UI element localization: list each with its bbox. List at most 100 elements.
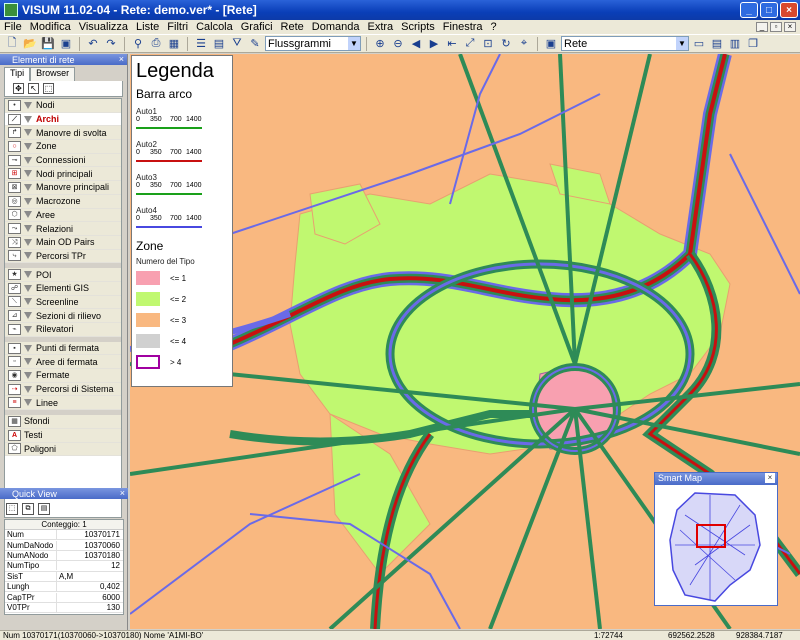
menu-help[interactable]: ? <box>487 21 501 33</box>
menu-extra[interactable]: Extra <box>363 21 397 33</box>
close-icon[interactable]: × <box>765 473 775 483</box>
table-row[interactable]: V0TPr 130 <box>5 602 123 614</box>
fit-view-icon[interactable]: ⤢ <box>462 36 478 51</box>
layer-item[interactable]: ⬡ Aree <box>5 208 121 223</box>
previous-view-icon[interactable]: ⇤ <box>444 36 460 51</box>
minimize-button[interactable]: _ <box>740 2 758 18</box>
select-icon[interactable]: ⬚ <box>6 503 18 515</box>
zoom-out-icon[interactable]: ⊖ <box>390 36 406 51</box>
layer-item[interactable]: ☍ Elementi GIS <box>5 281 121 296</box>
filter-icon[interactable] <box>24 225 32 233</box>
road-link[interactable] <box>130 473 361 615</box>
close-icon[interactable]: × <box>119 54 124 64</box>
filter-icon[interactable] <box>24 298 32 306</box>
map-tool-icon[interactable]: ✎ <box>247 36 263 51</box>
layer-item[interactable]: ▫ Aree di fermata <box>5 355 121 370</box>
filter-icon[interactable] <box>24 399 32 407</box>
cascade-icon[interactable]: ❐ <box>745 36 761 51</box>
layer-item[interactable]: ⤨ Main OD Pairs <box>5 235 121 250</box>
smart-map-window[interactable]: Smart Map × <box>654 472 778 606</box>
filter-icon[interactable] <box>24 325 32 333</box>
close-icon[interactable]: × <box>120 488 125 498</box>
menu-scripts[interactable]: Scripts <box>397 21 439 33</box>
filter-icon[interactable] <box>24 142 32 150</box>
chevron-down-icon[interactable]: ▼ <box>348 37 360 50</box>
layer-item[interactable]: ▪ Punti di fermata <box>5 341 121 356</box>
mdi-close-button[interactable]: × <box>784 22 796 32</box>
layer-item[interactable]: ▦ Sfondi <box>5 415 121 429</box>
calculator-icon[interactable]: ▦ <box>166 36 182 51</box>
layer-item[interactable]: ⇢ Percorsi di Sistema <box>5 382 121 397</box>
menu-liste[interactable]: Liste <box>132 21 163 33</box>
layer-item[interactable]: ⟋ Archi <box>5 112 121 127</box>
filter-icon[interactable]: ⛛ <box>229 36 245 51</box>
list-icon[interactable]: ☰ <box>193 36 209 51</box>
filter-icon[interactable] <box>24 344 32 352</box>
menu-file[interactable]: File <box>0 21 26 33</box>
copy-icon[interactable]: ⧉ <box>22 503 34 515</box>
pan-left-icon[interactable]: ◀ <box>408 36 424 51</box>
filter-icon[interactable] <box>24 238 32 246</box>
menu-grafici[interactable]: Grafici <box>237 21 277 33</box>
filter-icon[interactable] <box>24 312 32 320</box>
layer-item[interactable]: ⊿ Sezioni di rilievo <box>5 309 121 323</box>
move-icon[interactable]: ✥ <box>13 83 24 94</box>
menu-visualizza[interactable]: Visualizza <box>75 21 132 33</box>
layer-item[interactable]: A Testi <box>5 428 121 443</box>
zoom-in-icon[interactable]: ⊕ <box>372 36 388 51</box>
tab-browser[interactable]: Browser <box>30 67 76 81</box>
table-row[interactable]: CapTPr 6000 <box>5 592 123 603</box>
filter-icon[interactable] <box>24 371 32 379</box>
menu-modifica[interactable]: Modifica <box>26 21 75 33</box>
filter-icon[interactable] <box>24 284 32 292</box>
layer-item[interactable]: ◉ Fermate <box>5 369 121 383</box>
smart-map-canvas[interactable] <box>655 485 777 605</box>
menu-domanda[interactable]: Domanda <box>308 21 364 33</box>
redo-icon[interactable]: ↷ <box>103 36 119 51</box>
tab-tipi[interactable]: Tipi <box>4 67 31 81</box>
new-icon[interactable]: 🗋 <box>4 36 20 51</box>
view-select[interactable]: Rete ▼ <box>561 36 689 51</box>
tile-vertical-icon[interactable]: ▥ <box>727 36 743 51</box>
layer-item[interactable]: ≡ Linee <box>5 396 121 411</box>
graphic-params-icon[interactable]: ▤ <box>211 36 227 51</box>
layer-item[interactable]: ⤷ Percorsi TPr <box>5 249 121 264</box>
layer-item[interactable]: ⤳ Relazioni <box>5 222 121 236</box>
layer-item[interactable]: ⊸ Connessioni <box>5 153 121 168</box>
filter-icon[interactable] <box>24 156 32 164</box>
pan-right-icon[interactable]: ▶ <box>426 36 442 51</box>
road-link[interactable] <box>729 153 800 295</box>
filter-icon[interactable] <box>24 252 32 260</box>
layer-item[interactable]: ○ Zone <box>5 140 121 154</box>
filter-icon[interactable] <box>24 211 32 219</box>
chevron-down-icon[interactable]: ▼ <box>676 37 688 50</box>
layer-item[interactable]: ⬠ Poligoni <box>5 442 121 457</box>
open-folder-icon[interactable]: 📂 <box>22 36 38 51</box>
save-as-icon[interactable]: ▣ <box>58 36 74 51</box>
filter-icon[interactable] <box>24 197 32 205</box>
table-row[interactable]: NumTipo 12 <box>5 561 123 572</box>
menu-rete[interactable]: Rete <box>277 21 308 33</box>
layer-item[interactable]: ⟍ Screenline <box>5 295 121 310</box>
filter-icon[interactable] <box>24 115 32 123</box>
table-row[interactable]: Lungh 0,402 <box>5 582 123 593</box>
layer-item[interactable]: ⌁ Rilevatori <box>5 323 121 337</box>
layer-item[interactable]: ⊞ Nodi principali <box>5 167 121 182</box>
layer-item[interactable]: ↱ Manovre di svolta <box>5 126 121 141</box>
graph-type-select[interactable]: Flussgrammi ▼ <box>265 36 361 51</box>
table-row[interactable]: NumANodo 10370180 <box>5 550 123 562</box>
select-rect-icon[interactable]: ⬚ <box>43 83 54 94</box>
measure-icon[interactable]: ⌖ <box>516 36 532 51</box>
table-row[interactable]: SisT A,M <box>5 571 123 582</box>
filter-icon[interactable] <box>24 385 32 393</box>
refresh-icon[interactable]: ↻ <box>498 36 514 51</box>
save-icon[interactable]: 💾 <box>40 36 56 51</box>
binoculars-icon[interactable]: ⚲ <box>130 36 146 51</box>
menu-calcola[interactable]: Calcola <box>192 21 237 33</box>
view-icon[interactable]: ▣ <box>543 36 559 51</box>
settings-icon[interactable]: ▤ <box>38 503 50 515</box>
filter-icon[interactable] <box>24 183 32 191</box>
filter-icon[interactable] <box>24 129 32 137</box>
layer-item[interactable]: ◎ Macrozone <box>5 194 121 209</box>
filter-icon[interactable] <box>24 271 32 279</box>
